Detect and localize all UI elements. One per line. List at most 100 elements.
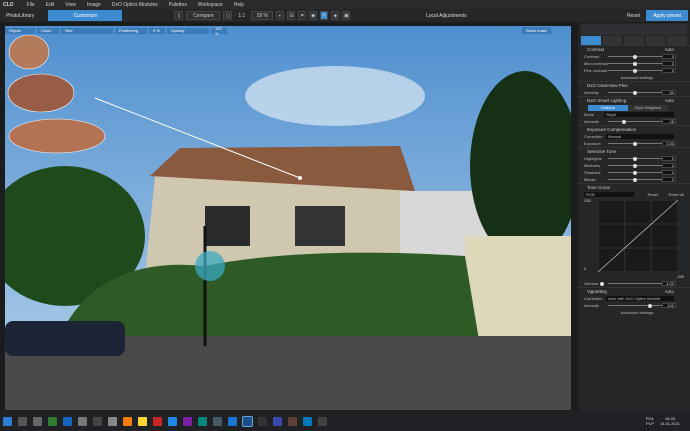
redeye-icon[interactable]: ◉	[309, 11, 318, 20]
repair-icon[interactable]: ✎	[320, 11, 329, 20]
slider-value[interactable]: 100	[662, 303, 676, 308]
clone-mode-button[interactable]: Clone	[37, 27, 59, 34]
correction-select[interactable]: Auto with DxO Optics Module	[606, 296, 674, 301]
app-icon[interactable]	[198, 416, 207, 426]
correction-select[interactable]: Manual	[606, 134, 674, 139]
search-input[interactable]	[581, 24, 687, 35]
fit-button[interactable]: ▢	[223, 11, 233, 20]
tab-geometry-icon[interactable]	[645, 36, 666, 45]
edge-icon[interactable]	[63, 416, 72, 426]
app-icon[interactable]	[153, 416, 162, 426]
taskview-icon[interactable]	[33, 416, 42, 426]
app-icon[interactable]	[228, 416, 237, 426]
section-contrast[interactable]: Contrast Auto	[578, 45, 690, 53]
tab-light-icon[interactable]	[581, 36, 601, 45]
slider-value[interactable]: 0	[662, 177, 676, 182]
spot-weighted-button[interactable]: Spot Weighted	[628, 104, 668, 111]
mode-select[interactable]: Slight	[604, 112, 674, 117]
slider-value[interactable]: 25	[662, 119, 676, 124]
zoom-ratio-button[interactable]: 1:1	[235, 11, 248, 20]
crop-icon[interactable]: ⌗	[298, 11, 307, 20]
app-icon[interactable]	[183, 416, 192, 426]
slider-smart-intensity[interactable]: Intensity 25	[578, 118, 690, 125]
menu-edit[interactable]: Edit	[46, 2, 55, 8]
tone-curve-editor[interactable]: 255 0 255	[578, 198, 690, 280]
auto-button[interactable]: Auto	[665, 98, 674, 103]
slider-shadows[interactable]: Shadows 0	[578, 169, 690, 176]
image-viewer[interactable]	[5, 26, 571, 410]
app-icon[interactable]	[288, 416, 297, 426]
advanced-settings-link[interactable]: Advanced settings	[578, 74, 690, 81]
exposure-correction[interactable]: Correction Manual	[578, 133, 690, 140]
feathering-slider[interactable]: Feathering	[115, 27, 147, 34]
slider-value[interactable]: 0	[662, 156, 676, 161]
app-icon[interactable]	[78, 416, 87, 426]
advanced-settings-link[interactable]: Advanced settings	[578, 309, 690, 316]
size-slider[interactable]: Size	[61, 27, 113, 34]
app-icon[interactable]	[48, 416, 57, 426]
auto-button[interactable]: Auto	[665, 289, 674, 294]
horizon-icon[interactable]: ⊟	[287, 11, 296, 20]
slider-midtones[interactable]: Midtones 0	[578, 162, 690, 169]
apply-preset-button[interactable]: Apply preset	[646, 10, 688, 21]
app-icon[interactable]	[273, 416, 282, 426]
curve-reset-button[interactable]: Reset	[648, 192, 658, 197]
start-icon[interactable]	[3, 416, 12, 426]
slider-value[interactable]: 0.00	[662, 141, 676, 146]
channel-select[interactable]: RGB	[584, 192, 634, 197]
slider-microcontrast[interactable]: Microcontrast 0	[578, 60, 690, 67]
menu-help[interactable]: Help	[234, 2, 244, 8]
app-icon[interactable]	[108, 416, 117, 426]
uniform-button[interactable]: Uniform	[588, 104, 628, 111]
menu-workspace[interactable]: Workspace	[198, 2, 223, 8]
section-smart-lighting[interactable]: DxO Smart Lighting Auto	[578, 96, 690, 104]
slider-value[interactable]: 0	[662, 61, 676, 66]
opacity-slider[interactable]: Opacity	[167, 27, 209, 34]
firefox-icon[interactable]	[123, 416, 132, 426]
app-icon[interactable]	[213, 416, 222, 426]
reset-button[interactable]: Reset	[627, 10, 640, 21]
slider-value[interactable]: 0	[662, 54, 676, 59]
compare-button[interactable]: Compare	[186, 11, 221, 20]
app-icon[interactable]	[303, 416, 312, 426]
watermark-icon[interactable]: ◈	[331, 11, 340, 20]
menu-palettes[interactable]: Palettes	[169, 2, 187, 8]
slider-blacks[interactable]: Blacks 0	[578, 176, 690, 183]
repair-mode-button[interactable]: Repair	[5, 27, 35, 34]
slider-value[interactable]: 0	[662, 163, 676, 168]
app-icon[interactable]	[168, 416, 177, 426]
photolab-icon[interactable]	[242, 415, 253, 427]
slider-fine-contrast[interactable]: Fine contrast 0	[578, 67, 690, 74]
mask-icon[interactable]: ▣	[342, 11, 351, 20]
menu-file[interactable]: File	[27, 2, 35, 8]
slider-contrast[interactable]: Contrast 0	[578, 53, 690, 60]
section-tone-curve[interactable]: Tone Curve	[578, 183, 690, 191]
vignetting-correction[interactable]: Correction Auto with DxO Optics Module	[578, 295, 690, 302]
menu-image[interactable]: Image	[87, 2, 101, 8]
zoom-select[interactable]: 29 %	[251, 11, 274, 20]
slider-value[interactable]: 0	[662, 68, 676, 73]
show-mask-button[interactable]: Show mask	[522, 27, 551, 34]
slider-gamma[interactable]: Gamma 1.00	[578, 280, 690, 287]
search-icon[interactable]	[18, 416, 27, 426]
smart-lighting-mode[interactable]: Mode Slight	[578, 111, 690, 118]
slider-clearview-intensity[interactable]: Intensity 50	[578, 89, 690, 96]
split-view-button[interactable]: ▯	[174, 11, 184, 20]
keyboard-layout[interactable]: POL PLP	[646, 416, 654, 426]
app-icon[interactable]	[318, 416, 327, 426]
section-vignetting[interactable]: Vignetting Auto	[578, 287, 690, 295]
curve-graph[interactable]	[598, 200, 678, 272]
tab-local-icon[interactable]	[667, 36, 687, 45]
slider-vignetting-intensity[interactable]: Intensity 100	[578, 302, 690, 309]
app-icon[interactable]	[258, 416, 267, 426]
tab-customize[interactable]: Customize	[48, 10, 123, 21]
slider-highlights[interactable]: Highlights 0	[578, 155, 690, 162]
slider-value[interactable]: 1.00	[662, 281, 676, 286]
menu-view[interactable]: View	[65, 2, 76, 8]
menu-optics[interactable]: DxO Optics Modules	[112, 2, 158, 8]
slider-value[interactable]: 50	[662, 90, 676, 95]
auto-button[interactable]: Auto	[665, 47, 674, 52]
tab-detail-icon[interactable]	[624, 36, 644, 45]
curve-reset-all-button[interactable]: Reset all	[668, 192, 684, 197]
section-selective-tone[interactable]: Selective Tone	[578, 147, 690, 155]
